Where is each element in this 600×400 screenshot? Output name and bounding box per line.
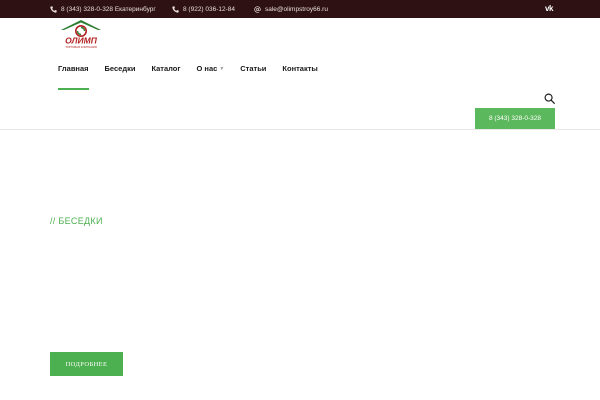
topbar-phone-mobile-text: 8 (922) 036-12-84 (183, 5, 236, 13)
topbar-email-text: sale@olimpstroy66.ru (265, 5, 328, 13)
nav-item-catalog[interactable]: Каталог (151, 62, 180, 76)
search-button[interactable] (544, 93, 555, 104)
olimp-logo-icon: ОЛИМП ТОРГОВАЯ КОМПАНИЯ (61, 20, 101, 49)
section-title: // БЕСЕДКИ (50, 216, 103, 226)
nav-item-contacts[interactable]: Контакты (282, 62, 317, 76)
nav-item-gazebos[interactable]: Беседки (105, 62, 136, 76)
header-divider (0, 129, 600, 130)
topbar-phone-mobile[interactable]: 8 (922) 036-12-84 (172, 0, 235, 18)
main-nav: Главная Беседки Каталог О нас ▼ Статьи Ко… (58, 62, 334, 90)
mail-icon (254, 5, 261, 13)
header-phone-button[interactable]: 8 (343) 328-0-328 (475, 108, 555, 129)
nav-item-articles[interactable]: Статьи (240, 62, 266, 76)
vk-icon[interactable]: vk (545, 4, 553, 13)
top-bar: 8 (343) 328-0-328 Екатеринбург 8 (922) 0… (0, 0, 600, 18)
svg-text:ТОРГОВАЯ КОМПАНИЯ: ТОРГОВАЯ КОМПАНИЯ (65, 45, 97, 49)
more-button-label: ПОДРОБНЕЕ (65, 360, 108, 368)
chevron-down-icon: ▼ (219, 66, 225, 72)
topbar-phone-main[interactable]: 8 (343) 328-0-328 Екатеринбург (50, 0, 156, 18)
phone-icon (50, 5, 57, 13)
topbar-email[interactable]: sale@olimpstroy66.ru (254, 0, 328, 18)
nav-item-home[interactable]: Главная (58, 62, 89, 90)
topbar-phone-main-text: 8 (343) 328-0-328 Екатеринбург (61, 5, 156, 13)
header-phone-button-label: 8 (343) 328-0-328 (488, 115, 542, 122)
phone-icon (172, 5, 179, 13)
nav-item-about[interactable]: О нас ▼ (197, 62, 225, 76)
more-button[interactable]: ПОДРОБНЕЕ (50, 352, 123, 376)
site-logo[interactable]: ОЛИМП ТОРГОВАЯ КОМПАНИЯ (58, 19, 104, 49)
search-icon (544, 93, 555, 104)
